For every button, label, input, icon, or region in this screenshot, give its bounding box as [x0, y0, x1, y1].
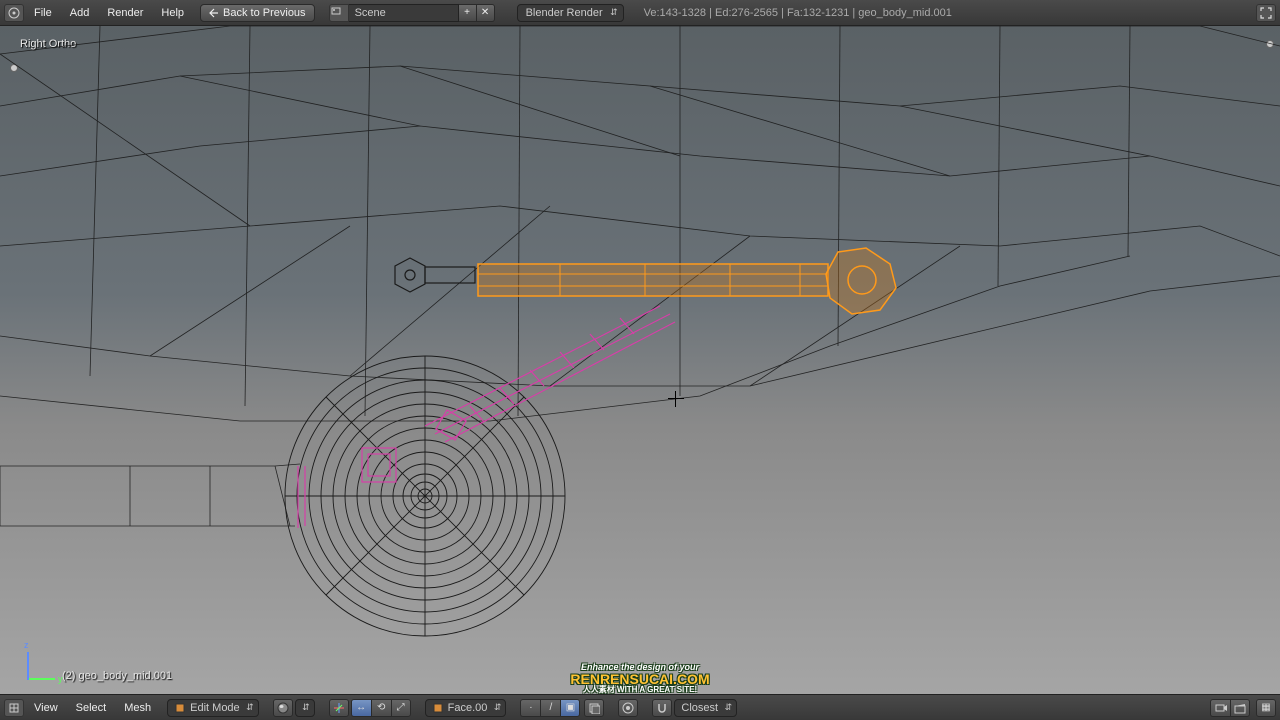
axis-gizmo: y z [24, 646, 58, 680]
manipulator-icon [333, 702, 345, 714]
render-engine-dropdown[interactable]: Blender Render [517, 4, 624, 22]
wireframe-overlay [0, 26, 1280, 694]
editor-type-selector[interactable] [4, 4, 24, 22]
scale-manipulator[interactable]: ⤢ [391, 699, 411, 717]
menu-add[interactable]: Add [62, 4, 98, 22]
scene-browse-button[interactable] [329, 4, 349, 22]
layers-button[interactable]: ▦ [1256, 699, 1276, 717]
menu-mesh[interactable]: Mesh [116, 699, 159, 717]
pivot-dropdown[interactable] [295, 699, 315, 717]
select-mode-label: Face.00 [448, 702, 488, 714]
back-label: Back to Previous [223, 7, 306, 19]
face-select-button[interactable]: ▣ [560, 699, 580, 717]
occlude-icon [588, 702, 600, 714]
menu-render[interactable]: Render [99, 4, 151, 22]
3dview-header: View Select Mesh Edit Mode ↔ ⟲ ⤢ Face.00… [0, 694, 1280, 720]
scene-name-input[interactable] [349, 4, 459, 22]
render-button[interactable] [1210, 699, 1230, 717]
sphere-icon [277, 702, 289, 714]
render-preview-group [1210, 699, 1250, 717]
editmode-icon [174, 702, 186, 714]
3d-cursor [668, 391, 684, 407]
clapboard-icon [1234, 702, 1246, 714]
camera-icon [1215, 702, 1227, 714]
watermark: Enhance the design of your RENRENSUCAI.C… [570, 663, 709, 694]
menu-help[interactable]: Help [153, 4, 192, 22]
vertex-select-button[interactable]: · [520, 699, 540, 717]
scene-add-button[interactable]: + [459, 4, 477, 22]
proportional-icon [622, 702, 634, 714]
mode-dropdown[interactable]: Edit Mode [167, 699, 259, 717]
menu-file[interactable]: File [26, 4, 60, 22]
transform-manipulator-group: ↔ ⟲ ⤢ [351, 699, 411, 717]
3d-viewport[interactable]: Right Ortho [0, 26, 1280, 694]
scene-stats: Ve:143-1328 | Ed:276-2565 | Fa:132-1231 … [644, 7, 952, 19]
face-icon [432, 702, 444, 714]
proportional-edit-toggle[interactable] [618, 699, 638, 717]
translate-manipulator[interactable]: ↔ [351, 699, 371, 717]
back-icon [209, 8, 219, 18]
edge-select-button[interactable]: / [540, 699, 560, 717]
rotate-manipulator[interactable]: ⟲ [371, 699, 391, 717]
scene-selector-group: + ✕ [329, 4, 495, 22]
viewport-shading-button[interactable] [273, 699, 293, 717]
select-mode-dropdown[interactable]: Face.00 [425, 699, 507, 717]
maximize-button[interactable] [1256, 4, 1276, 22]
mesh-select-mode-group: · / ▣ [520, 699, 580, 717]
snap-target-label: Closest [681, 702, 718, 714]
render-engine-label: Blender Render [526, 7, 603, 19]
maximize-icon [1260, 7, 1272, 19]
scene-delete-button[interactable]: ✕ [477, 4, 495, 22]
mode-label: Edit Mode [190, 702, 240, 714]
snap-toggle[interactable] [652, 699, 672, 717]
limit-selection-button[interactable] [584, 699, 604, 717]
magnet-icon [656, 702, 668, 714]
axis-z-label: z [24, 640, 29, 650]
snap-element-dropdown[interactable]: Closest [674, 699, 737, 717]
manipulator-toggle[interactable] [329, 699, 349, 717]
menu-view[interactable]: View [26, 699, 66, 717]
active-object-label: (2) geo_body_mid.001 [62, 670, 172, 682]
info-header: File Add Render Help Back to Previous + … [0, 0, 1280, 26]
menu-select[interactable]: Select [68, 699, 115, 717]
view3d-editor-type-selector[interactable] [4, 699, 24, 717]
back-to-previous-button[interactable]: Back to Previous [200, 4, 315, 22]
render-anim-button[interactable] [1230, 699, 1250, 717]
